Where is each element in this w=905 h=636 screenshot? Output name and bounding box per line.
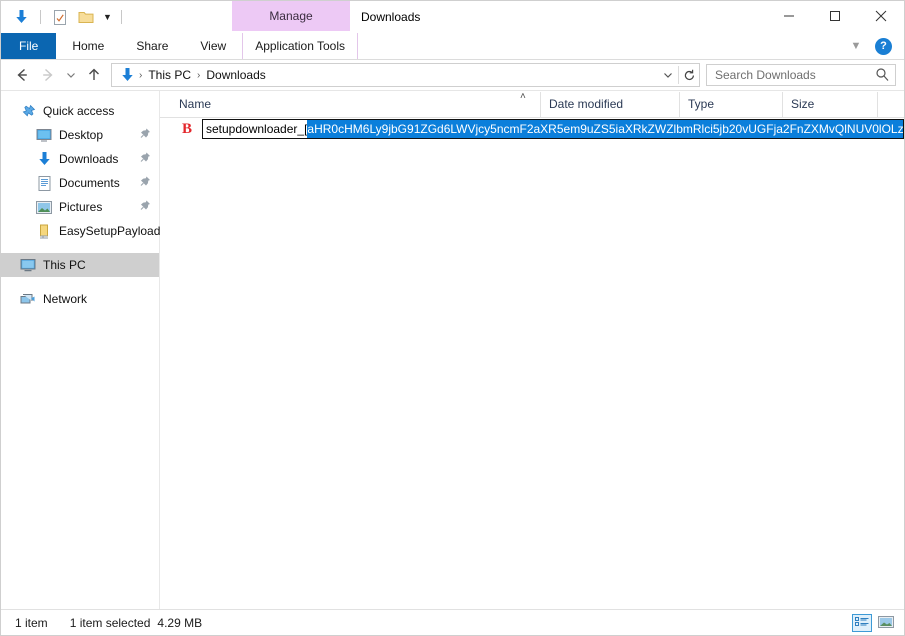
sidebar-item-network[interactable]: Network (1, 287, 159, 311)
pin-icon[interactable] (139, 152, 151, 167)
address-bar-row: › This PC › Downloads (1, 60, 904, 90)
breadcrumb-separator-2[interactable]: › (195, 70, 202, 81)
sidebar-item-label: EasySetupPayload (59, 224, 160, 238)
refresh-icon[interactable] (679, 65, 699, 85)
explorer-body: Quick access Desktop (1, 90, 904, 609)
file-list-pane: Name Date modified Type Size ˄ B setupdo… (160, 91, 904, 609)
status-bar: 1 item 1 item selected 4.29 MB (1, 609, 904, 635)
window-controls (766, 1, 904, 31)
downloads-arrow-icon (35, 151, 53, 167)
breadcrumb: › This PC › Downloads (112, 65, 658, 85)
ribbon-tab-strip: File Home Share View Application Tools ▼… (1, 33, 904, 60)
sidebar-item-label: Network (43, 292, 87, 306)
details-view-button[interactable] (852, 614, 872, 632)
sidebar-item-quick-access[interactable]: Quick access (1, 99, 159, 123)
recent-locations-chevron-icon[interactable] (61, 62, 81, 88)
search-box[interactable] (706, 64, 896, 86)
rename-input[interactable]: setupdownloader_[aHR0cHM6Ly9jbG91ZGd6LWV… (202, 119, 904, 139)
bitdefender-icon: B (176, 122, 198, 137)
tab-share[interactable]: Share (120, 33, 184, 59)
pin-star-icon (19, 103, 37, 119)
ribbon-tabs: File Home Share View Application Tools (1, 33, 904, 59)
tab-application-tools[interactable]: Application Tools (242, 33, 358, 59)
toolbar-separator-2 (121, 10, 122, 24)
address-bar[interactable]: › This PC › Downloads (111, 63, 700, 87)
sidebar-item-label: Desktop (59, 128, 103, 142)
status-item-count: 1 item (15, 616, 48, 630)
column-header-spacer (877, 92, 904, 117)
sidebar-item-label: Pictures (59, 200, 102, 214)
sidebar-item-label: Documents (59, 176, 120, 190)
this-pc-icon (19, 257, 37, 273)
sidebar-item-label: This PC (43, 258, 86, 272)
up-arrow-icon[interactable] (81, 62, 107, 88)
properties-icon[interactable] (50, 7, 70, 27)
sidebar-item-documents[interactable]: Documents (1, 171, 159, 195)
minimize-button[interactable] (766, 1, 812, 31)
breadcrumb-downloads-icon[interactable] (117, 65, 137, 85)
ribbon-collapse-chevron-icon[interactable]: ▼ (847, 40, 865, 52)
desktop-icon (35, 127, 53, 143)
sort-ascending-caret-icon: ˄ (520, 92, 526, 102)
large-icons-view-button[interactable] (876, 614, 896, 632)
close-button[interactable] (858, 1, 904, 31)
sidebar-item-easysetuppayload[interactable]: EasySetupPayload (1, 219, 159, 243)
bitdefender-icon-glyph: B (182, 122, 192, 137)
sidebar-item-label: Downloads (59, 152, 118, 166)
network-icon (19, 291, 37, 307)
rename-selected-text: aHR0cHM6Ly9jbG91ZGd6LWVjcy5ncmF2aXR5em9u… (307, 120, 904, 138)
table-row[interactable]: B setupdownloader_[aHR0cHM6Ly9jbG91ZGd6L… (160, 118, 904, 140)
sidebar-item-label: Quick access (43, 104, 114, 118)
sidebar-gap-1 (1, 243, 159, 253)
breadcrumb-this-pc[interactable]: This PC (144, 68, 195, 82)
maximize-button[interactable] (812, 1, 858, 31)
column-header-type[interactable]: Type (679, 92, 782, 117)
status-selection-size: 4.29 MB (157, 616, 202, 630)
quick-access-toolbar: ▼ (11, 1, 125, 33)
ribbon-right-controls: ▼ ? (847, 33, 900, 59)
pin-icon[interactable] (139, 176, 151, 191)
navigation-pane: Quick access Desktop (1, 91, 160, 609)
file-explorer-window: ▼ Manage Downloads File Home Share View … (0, 0, 905, 636)
contextual-tab-group: Manage (232, 1, 350, 31)
column-headers: Name Date modified Type Size ˄ (160, 91, 904, 118)
column-header-size[interactable]: Size (782, 92, 877, 117)
sidebar-item-pictures[interactable]: Pictures (1, 195, 159, 219)
downloads-arrow-icon[interactable] (11, 7, 31, 27)
title-bar: ▼ Manage Downloads (1, 1, 904, 33)
tab-file[interactable]: File (1, 33, 56, 59)
column-header-date-modified[interactable]: Date modified (540, 92, 679, 117)
column-header-name[interactable]: Name (160, 92, 540, 117)
documents-icon (35, 175, 53, 191)
sidebar-item-this-pc[interactable]: This PC (1, 253, 159, 277)
pin-icon[interactable] (139, 128, 151, 143)
address-dropdown-chevron-icon[interactable] (658, 65, 678, 85)
view-mode-buttons (852, 614, 896, 632)
tab-home[interactable]: Home (56, 33, 120, 59)
new-folder-icon[interactable] (76, 7, 96, 27)
sidebar-gap-2 (1, 277, 159, 287)
address-bar-controls (658, 65, 699, 85)
window-title: Downloads (361, 1, 420, 33)
back-arrow-icon[interactable] (9, 62, 35, 88)
pictures-icon (35, 199, 53, 215)
status-selection-count: 1 item selected (70, 616, 151, 630)
sidebar-item-desktop[interactable]: Desktop (1, 123, 159, 147)
search-input[interactable] (713, 67, 875, 83)
breadcrumb-separator-1[interactable]: › (137, 70, 144, 81)
tab-view[interactable]: View (184, 33, 242, 59)
file-rows: B setupdownloader_[aHR0cHM6Ly9jbG91ZGd6L… (160, 118, 904, 609)
rename-unselected-text: setupdownloader_[ (206, 120, 307, 138)
search-icon[interactable] (875, 67, 889, 84)
customize-chevron-icon[interactable]: ▼ (103, 13, 112, 22)
sidebar-item-downloads[interactable]: Downloads (1, 147, 159, 171)
forward-arrow-icon (35, 62, 61, 88)
folder-icon (35, 223, 53, 239)
contextual-tab-group-label: Manage (269, 9, 312, 23)
help-button[interactable]: ? (875, 38, 892, 55)
breadcrumb-downloads[interactable]: Downloads (202, 68, 269, 82)
toolbar-separator (40, 10, 41, 24)
pin-icon[interactable] (139, 200, 151, 215)
